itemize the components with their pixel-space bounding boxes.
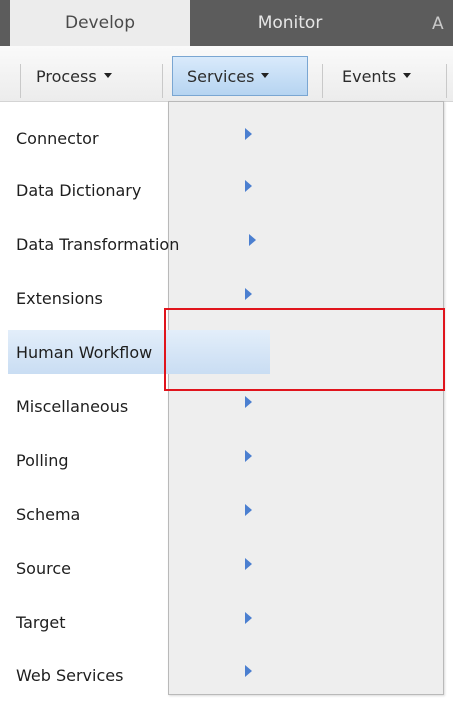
menu-item-source[interactable]: Source — [16, 546, 260, 590]
menu-item-label: Data Dictionary — [16, 180, 142, 200]
tab-strip: Develop Monitor A — [0, 0, 453, 46]
menu-item-miscellaneous[interactable]: Miscellaneous — [16, 384, 260, 428]
menu-process-label: Process — [36, 66, 97, 86]
menu-item-human-workflow[interactable]: Human Workflow — [8, 330, 270, 374]
tab-partial[interactable]: A — [432, 14, 444, 34]
menu-item-target[interactable]: Target — [16, 600, 260, 644]
menu-item-label: Polling — [16, 450, 69, 470]
menu-item-extensions[interactable]: Extensions — [16, 276, 260, 320]
caret-down-icon — [103, 72, 112, 78]
menu-services-label: Services — [187, 66, 255, 86]
submenu-arrow-icon — [245, 128, 252, 140]
menu-services[interactable]: Services — [172, 56, 308, 96]
menubar-separator — [446, 64, 447, 98]
menu-item-data-transformation[interactable]: Data Transformation — [16, 222, 260, 266]
menu-item-label: Web Services — [16, 665, 124, 685]
submenu-arrow-icon — [245, 665, 252, 677]
caret-down-icon — [261, 72, 270, 78]
menubar-separator — [322, 64, 323, 98]
menu-process[interactable]: Process — [36, 56, 112, 96]
submenu-arrow-icon — [245, 612, 252, 624]
menu-item-label: Target — [16, 612, 66, 632]
menu-events[interactable]: Events — [342, 56, 412, 96]
menu-item-connector[interactable]: Connector — [16, 116, 260, 160]
menu-item-label: Miscellaneous — [16, 396, 129, 416]
submenu-arrow-icon — [245, 396, 252, 408]
submenu-arrow-icon — [245, 558, 252, 570]
menu-item-data-dictionary[interactable]: Data Dictionary — [16, 168, 260, 212]
tab-monitor[interactable]: Monitor — [190, 0, 390, 46]
menu-item-label: Schema — [16, 504, 81, 524]
menu-item-polling[interactable]: Polling — [16, 438, 260, 482]
tab-strip-edge — [0, 0, 10, 46]
menu-item-label: Human Workflow — [16, 342, 153, 362]
menu-item-web-services[interactable]: Web Services — [16, 653, 260, 697]
submenu-arrow-icon — [245, 288, 252, 300]
menu-item-label: Extensions — [16, 288, 103, 308]
menu-item-label: Data Transformation — [16, 234, 180, 254]
menu-item-schema[interactable]: Schema — [16, 492, 260, 536]
menubar-separator — [20, 64, 21, 98]
menu-item-label: Connector — [16, 128, 99, 148]
menubar-separator — [162, 64, 163, 98]
submenu-arrow-icon — [249, 234, 256, 246]
submenu-arrow-icon — [245, 450, 252, 462]
tab-develop[interactable]: Develop — [10, 0, 190, 46]
menu-events-label: Events — [342, 66, 397, 86]
submenu-arrow-icon — [245, 180, 252, 192]
caret-down-icon — [403, 72, 412, 78]
submenu-arrow-icon — [245, 504, 252, 516]
menu-item-label: Source — [16, 558, 71, 578]
